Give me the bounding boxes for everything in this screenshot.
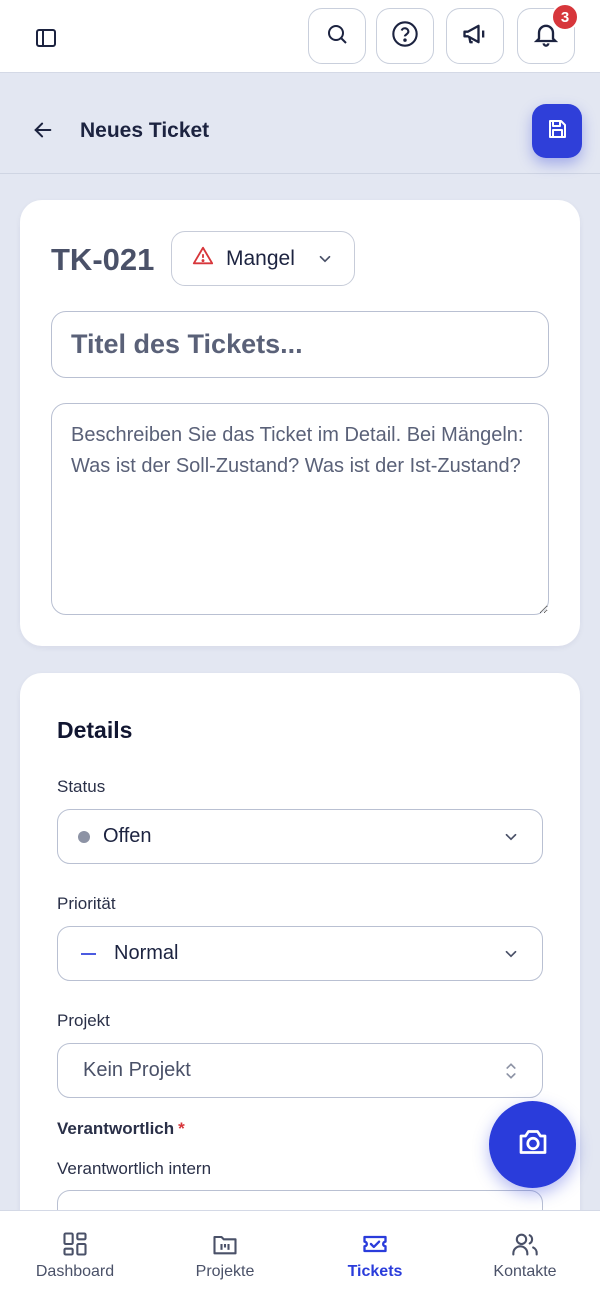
ticket-type-select[interactable]: Mangel xyxy=(171,231,355,286)
chevron-up-down-icon xyxy=(502,1060,520,1087)
nav-label-contacts: Kontakte xyxy=(493,1263,557,1280)
dashboard-icon xyxy=(61,1228,89,1260)
ticket-id: TK-021 xyxy=(51,242,155,277)
status-value: Offen xyxy=(103,825,152,847)
page-title: Neues Ticket xyxy=(80,119,210,142)
notifications-button[interactable]: 3 xyxy=(517,3,579,64)
save-icon xyxy=(545,117,569,146)
sidebar-icon[interactable] xyxy=(30,22,62,54)
folder-icon xyxy=(211,1228,239,1260)
back-button[interactable] xyxy=(28,117,58,147)
priority-dash-icon xyxy=(81,952,96,955)
details-heading: Details xyxy=(57,717,133,743)
responsible-internal-label: Verantwortlich intern xyxy=(57,1159,212,1178)
project-value: Kein Projekt xyxy=(83,1059,191,1081)
nav-label-projects: Projekte xyxy=(195,1263,255,1280)
ticket-icon xyxy=(360,1228,390,1260)
users-icon xyxy=(510,1228,540,1260)
status-select[interactable]: Offen xyxy=(57,809,543,864)
status-label: Status xyxy=(57,777,106,796)
help-icon xyxy=(391,20,419,53)
nav-label-dashboard: Dashboard xyxy=(35,1263,115,1280)
announcements-button[interactable] xyxy=(446,8,504,64)
ticket-type-label: Mangel xyxy=(226,246,295,270)
ticket-description-input[interactable] xyxy=(51,403,549,615)
chevron-down-icon xyxy=(316,250,334,273)
chevron-down-icon xyxy=(502,828,520,851)
nav-item-tickets[interactable]: Tickets xyxy=(300,1211,450,1298)
project-select[interactable]: Kein Projekt xyxy=(57,1043,543,1098)
responsible-label: Verantwortlich * xyxy=(57,1119,185,1138)
camera-icon xyxy=(515,1124,551,1165)
save-button[interactable] xyxy=(532,104,582,158)
required-marker: * xyxy=(178,1119,185,1138)
warning-icon xyxy=(192,245,214,272)
help-button[interactable] xyxy=(376,8,434,64)
top-bar: 3 xyxy=(0,0,600,73)
arrow-left-icon xyxy=(32,119,54,146)
chevron-down-icon xyxy=(502,945,520,968)
notification-badge: 3 xyxy=(551,3,579,31)
search-button[interactable] xyxy=(308,8,366,64)
details-card: Details Status Offen Priorität Normal Pr… xyxy=(20,673,580,1298)
priority-select[interactable]: Normal xyxy=(57,926,543,981)
status-dot-icon xyxy=(78,830,90,843)
ticket-card: TK-021 Mangel xyxy=(20,200,580,646)
nav-item-projects[interactable]: Projekte xyxy=(150,1211,300,1298)
megaphone-icon xyxy=(461,20,489,53)
priority-value: Normal xyxy=(114,942,179,964)
search-icon xyxy=(325,22,349,51)
project-label: Projekt xyxy=(57,1011,110,1030)
priority-label: Priorität xyxy=(57,894,116,913)
bottom-navigation: Dashboard Projekte Tickets Kontakte xyxy=(0,1210,600,1298)
nav-item-contacts[interactable]: Kontakte xyxy=(450,1211,600,1298)
nav-item-dashboard[interactable]: Dashboard xyxy=(0,1211,150,1298)
camera-button[interactable] xyxy=(489,1101,576,1188)
ticket-title-input[interactable] xyxy=(51,311,549,378)
nav-label-tickets: Tickets xyxy=(347,1263,403,1280)
